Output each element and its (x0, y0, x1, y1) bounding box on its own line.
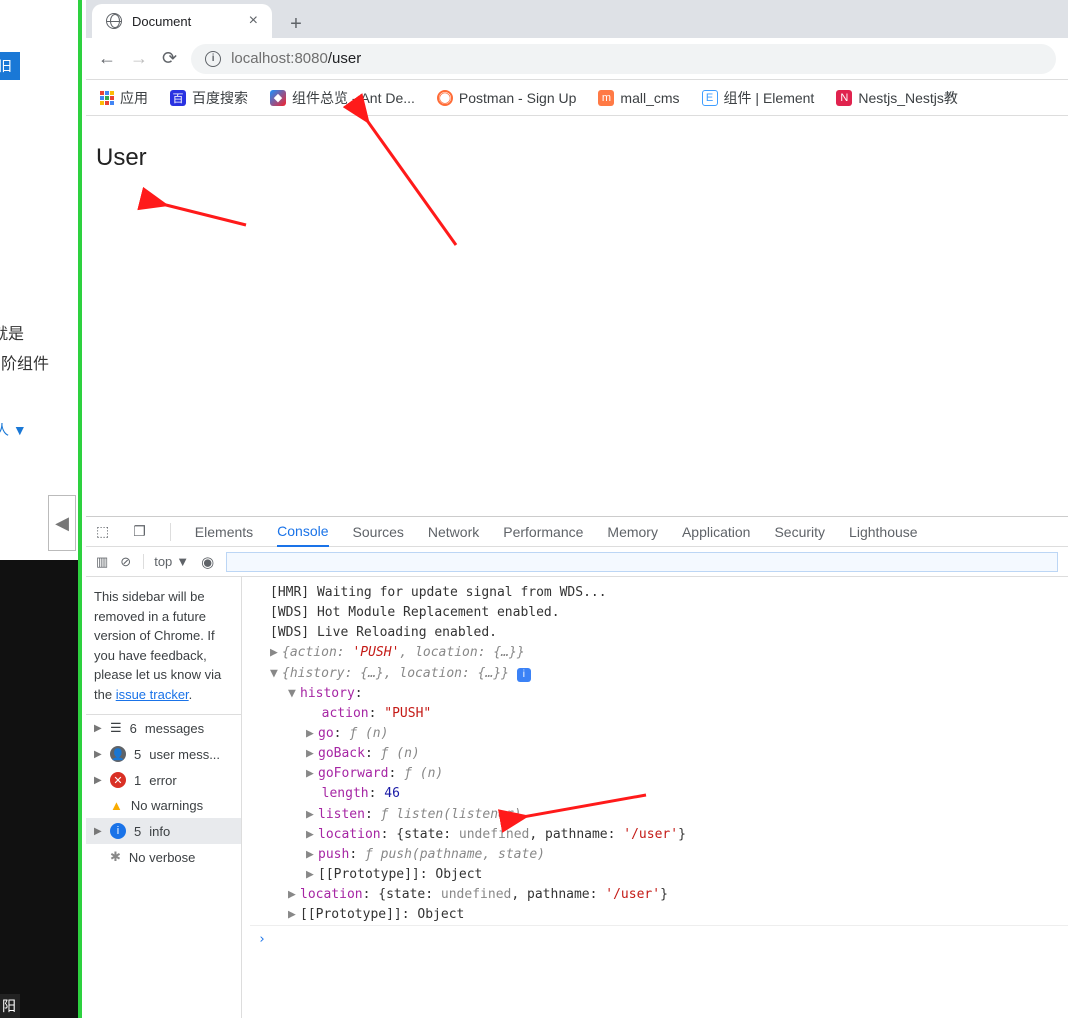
external-sidebar: 旧 uter 就是 高阶组件 人 ▼ ◀ 讲话: 张仁阳 阳 (0, 0, 82, 1018)
context-dropdown[interactable]: top ▼ (143, 554, 189, 569)
console-prompt[interactable]: › (250, 925, 1068, 954)
info-icon: i (110, 823, 126, 839)
devtools-panel: ⬚ ❐ Elements Console Sources Network Per… (86, 516, 1068, 1018)
error-icon: ✕ (110, 772, 126, 788)
site-info-icon[interactable]: i (205, 51, 221, 67)
browser-chrome: Document × + ← → ⟳ i localhost:8080/user… (86, 0, 1068, 128)
close-icon[interactable]: × (249, 12, 258, 30)
chevron-down-icon: ▼ (176, 554, 189, 569)
tab-security[interactable]: Security (774, 524, 825, 540)
reload-button[interactable]: ⟳ (162, 48, 177, 69)
side-dropdown[interactable]: 人 ▼ (0, 420, 27, 440)
url-path: /user (328, 50, 361, 67)
user-icon: 👤 (110, 746, 126, 762)
tab-application[interactable]: Application (682, 524, 751, 540)
filter-input[interactable] (226, 552, 1058, 572)
url-host: localhost: (231, 50, 294, 67)
tab-network[interactable]: Network (428, 524, 479, 540)
page-title: User (96, 144, 1058, 172)
bookmark-antd[interactable]: ◆组件总览 - Ant De... (270, 88, 415, 108)
side-text-2: 高阶组件 (0, 350, 49, 374)
tab-lighthouse[interactable]: Lighthouse (849, 524, 918, 540)
tab-sources[interactable]: Sources (353, 524, 404, 540)
filter-user[interactable]: ▶👤5 user mess... (86, 741, 241, 767)
filter-errors[interactable]: ▶✕1 error (86, 767, 241, 793)
new-tab-button[interactable]: + (282, 10, 310, 38)
device-toggle-icon[interactable]: ❐ (133, 523, 146, 540)
filter-verbose[interactable]: ✱No verbose (86, 844, 241, 870)
info-badge-icon: i (517, 668, 531, 682)
tab-elements[interactable]: Elements (195, 524, 253, 540)
clear-console-icon[interactable]: ⊘ (120, 554, 131, 570)
address-bar[interactable]: i localhost:8080/user (191, 44, 1056, 74)
globe-icon (106, 13, 122, 29)
verbose-icon: ✱ (110, 849, 121, 865)
log-line: [WDS] Live Reloading enabled. (250, 623, 1068, 643)
console-output: [HMR] Waiting for update signal from WDS… (242, 577, 1068, 1018)
log-line: [WDS] Hot Module Replacement enabled. (250, 603, 1068, 623)
dark-area: 讲话: 张仁阳 阳 (0, 560, 82, 1018)
list-icon: ☰ (110, 720, 122, 736)
inspect-icon[interactable]: ⬚ (96, 523, 109, 540)
live-expression-icon[interactable]: ◉ (201, 553, 214, 571)
bookmark-baidu[interactable]: 百百度搜索 (170, 88, 248, 108)
nav-toolbar: ← → ⟳ i localhost:8080/user (86, 38, 1068, 80)
tab-performance[interactable]: Performance (503, 524, 583, 540)
sidebar-note: This sidebar will be removed in a future… (86, 577, 241, 714)
sidebar-toggle-icon[interactable]: ▥ (96, 554, 108, 570)
console-sidebar: This sidebar will be removed in a future… (86, 577, 242, 1018)
tab-memory[interactable]: Memory (607, 524, 658, 540)
filter-messages[interactable]: ▶☰6 messages (86, 715, 241, 741)
page-content: User (86, 128, 1068, 516)
log-object-expanded[interactable]: ▼{history: {…}, location: {…}} i (250, 664, 1068, 684)
side-text-1: uter 就是 (0, 320, 24, 344)
console-filter-bar: ▥ ⊘ top ▼ ◉ (86, 547, 1068, 577)
name-chip: 阳 (0, 994, 20, 1018)
filter-info[interactable]: ▶i5 info (86, 818, 241, 844)
log-object[interactable]: ▶{action: 'PUSH', location: {…}} (250, 643, 1068, 663)
tab-console[interactable]: Console (277, 523, 328, 547)
blue-pill: 旧 (0, 52, 20, 80)
warning-icon: ▲ (110, 798, 123, 813)
tab-strip: Document × + (86, 0, 1068, 38)
log-line: [HMR] Waiting for update signal from WDS… (250, 583, 1068, 603)
apps-button[interactable]: 应用 (100, 88, 148, 108)
filter-warnings[interactable]: ▲No warnings (86, 793, 241, 818)
bookmark-nestjs[interactable]: NNestjs_Nestjs教 (836, 88, 958, 108)
bookmark-postman[interactable]: ◯Postman - Sign Up (437, 90, 577, 106)
tab-title: Document (132, 14, 191, 29)
collapse-chevron[interactable]: ◀ (48, 495, 76, 551)
forward-button[interactable]: → (130, 48, 148, 69)
bookmark-mall[interactable]: mmall_cms (598, 90, 679, 106)
back-button[interactable]: ← (98, 48, 116, 69)
devtools-tabs: ⬚ ❐ Elements Console Sources Network Per… (86, 517, 1068, 547)
browser-tab[interactable]: Document × (92, 4, 272, 38)
bookmark-element[interactable]: E组件 | Element (702, 88, 815, 108)
bookmarks-bar: 应用 百百度搜索 ◆组件总览 - Ant De... ◯Postman - Si… (86, 80, 1068, 116)
issue-tracker-link[interactable]: issue tracker (116, 687, 189, 702)
